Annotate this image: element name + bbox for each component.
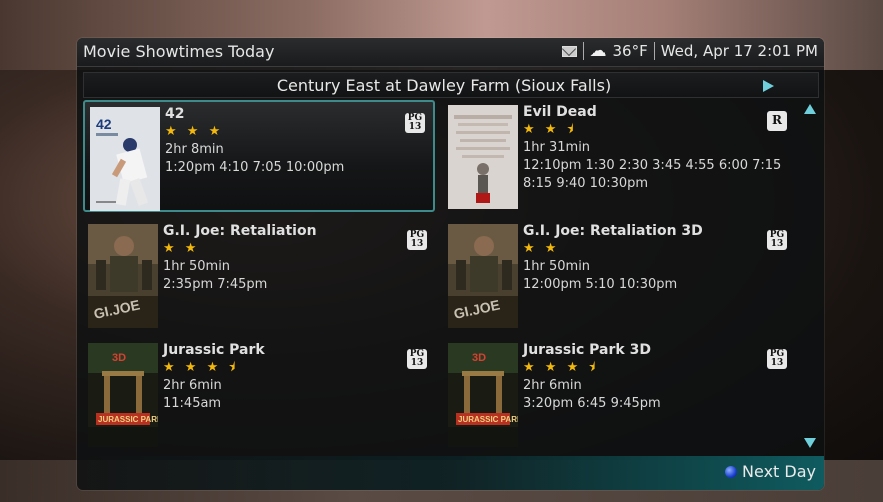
rating-top: R: [772, 113, 782, 127]
star-rating: ★ ★ ⯨: [523, 122, 577, 137]
svg-text:JURASSIC PARK: JURASSIC PARK: [98, 415, 158, 424]
movie-showtimes: 11:45am: [163, 396, 222, 411]
mail-icon[interactable]: [561, 45, 577, 57]
movie-showtimes: 3:20pm 6:45 9:45pm: [523, 396, 661, 411]
movie-info: G.I. Joe: Retaliation ★ ★ 1hr 50min 2:35…: [163, 222, 433, 294]
scroll-down-arrow-icon[interactable]: [804, 438, 816, 448]
movie-showtimes: 2:35pm 7:45pm: [163, 277, 268, 292]
svg-text:3D: 3D: [472, 352, 486, 364]
movie-runtime: 1hr 50min: [163, 259, 231, 274]
next-theater-arrow-icon[interactable]: [763, 80, 774, 92]
theater-name: Century East at Dawley Farm (Sioux Falls…: [276, 76, 612, 95]
temperature: 36°F: [612, 42, 648, 60]
svg-text:3D: 3D: [112, 352, 126, 364]
rating-bottom: 13: [408, 122, 422, 132]
movie-item-42[interactable]: 42 42 ★ ★ ★ 2hr 8min 1:20pm 4:10 7:05 10…: [83, 100, 435, 212]
movie-runtime: 2hr 8min: [165, 142, 224, 157]
mpaa-rating-badge: PG 13: [407, 349, 427, 369]
divider: [582, 42, 584, 60]
blue-button-icon: [725, 465, 738, 478]
mpaa-rating-badge: PG 13: [405, 113, 425, 133]
rating-bottom: 13: [770, 358, 784, 368]
movie-runtime: 2hr 6min: [523, 378, 582, 393]
movie-item-jurassic-park[interactable]: 3D JURASSIC PARK Jurassic Park ★ ★ ★ ⯨ 2…: [83, 338, 435, 450]
cloud-icon: ☁: [589, 41, 607, 61]
movie-title: Jurassic Park: [163, 342, 265, 358]
movie-poster-42: 42: [90, 107, 160, 211]
rating-bottom: 13: [770, 239, 784, 249]
movie-poster-evil-dead: [448, 105, 518, 209]
movie-poster-jurassic-park: 3D JURASSIC PARK: [88, 343, 158, 447]
next-day-button[interactable]: Next Day: [725, 462, 816, 481]
movie-showtimes: 12:10pm 1:30 2:30 3:45 4:55 6:00 7:15 8:…: [523, 158, 782, 191]
page-title: Movie Showtimes Today: [83, 42, 275, 61]
movie-info: Jurassic Park 3D ★ ★ ★ ⯨ 2hr 6min 3:20pm…: [523, 341, 793, 413]
movie-runtime: 1hr 31min: [523, 140, 591, 155]
svg-text:JURASSIC PARK: JURASSIC PARK: [458, 415, 518, 424]
movie-item-gi-joe[interactable]: GI.JOE G.I. Joe: Retaliation ★ ★ 1hr 50m…: [83, 219, 435, 331]
movie-poster-gi-joe: GI.JOE: [88, 224, 158, 328]
movie-info: Jurassic Park ★ ★ ★ ⯨ 2hr 6min 11:45am: [163, 341, 433, 413]
next-day-label: Next Day: [742, 462, 816, 481]
star-rating: ★ ★ ★ ⯨: [163, 360, 239, 375]
scroll-up-arrow-icon[interactable]: [804, 104, 816, 114]
movie-item-evil-dead[interactable]: Evil Dead ★ ★ ⯨ 1hr 31min 12:10pm 1:30 2…: [443, 100, 795, 212]
status-area: ☁ 36°F Wed, Apr 17 2:01 PM: [561, 41, 818, 61]
movie-item-jurassic-park-3d[interactable]: 3D JURASSIC PARK Jurassic Park 3D ★ ★ ★ …: [443, 338, 795, 450]
movie-runtime: 2hr 6min: [163, 378, 222, 393]
star-rating: ★ ★: [523, 241, 560, 256]
footer-bar: Next Day: [77, 456, 824, 490]
star-rating: ★ ★: [163, 241, 200, 256]
movie-title: Jurassic Park 3D: [523, 342, 651, 358]
movie-info: 42 ★ ★ ★ 2hr 8min 1:20pm 4:10 7:05 10:00…: [165, 105, 435, 177]
mpaa-rating-badge: PG 13: [767, 349, 787, 369]
movie-title: 42: [165, 106, 185, 122]
movie-title: G.I. Joe: Retaliation 3D: [523, 223, 703, 239]
mpaa-rating-badge: PG 13: [767, 230, 787, 250]
movie-showtimes: 12:00pm 5:10 10:30pm: [523, 277, 678, 292]
rating-bottom: 13: [410, 358, 424, 368]
star-rating: ★ ★ ★: [165, 124, 224, 139]
theater-selector[interactable]: Century East at Dawley Farm (Sioux Falls…: [83, 72, 819, 98]
movie-poster-jurassic-park-3d: 3D JURASSIC PARK: [448, 343, 518, 447]
showtimes-panel: Movie Showtimes Today ☁ 36°F Wed, Apr 17…: [77, 38, 824, 490]
svg-text:42: 42: [96, 116, 112, 132]
star-rating: ★ ★ ★ ⯨: [523, 360, 599, 375]
mpaa-rating-badge: PG 13: [407, 230, 427, 250]
datetime: Wed, Apr 17 2:01 PM: [660, 42, 818, 60]
movie-title: G.I. Joe: Retaliation: [163, 223, 317, 239]
movie-showtimes: 1:20pm 4:10 7:05 10:00pm: [165, 160, 345, 175]
movie-item-gi-joe-3d[interactable]: GI.JOE G.I. Joe: Retaliation 3D ★ ★ 1hr …: [443, 219, 795, 331]
rating-bottom: 13: [410, 239, 424, 249]
header-bar: Movie Showtimes Today ☁ 36°F Wed, Apr 17…: [77, 38, 824, 67]
mpaa-rating-badge: R: [767, 111, 787, 131]
movie-info: G.I. Joe: Retaliation 3D ★ ★ 1hr 50min 1…: [523, 222, 793, 294]
divider: [653, 42, 655, 60]
movie-runtime: 1hr 50min: [523, 259, 591, 274]
movie-poster-gi-joe-3d: GI.JOE: [448, 224, 518, 328]
movie-title: Evil Dead: [523, 104, 597, 120]
movie-info: Evil Dead ★ ★ ⯨ 1hr 31min 12:10pm 1:30 2…: [523, 103, 793, 193]
